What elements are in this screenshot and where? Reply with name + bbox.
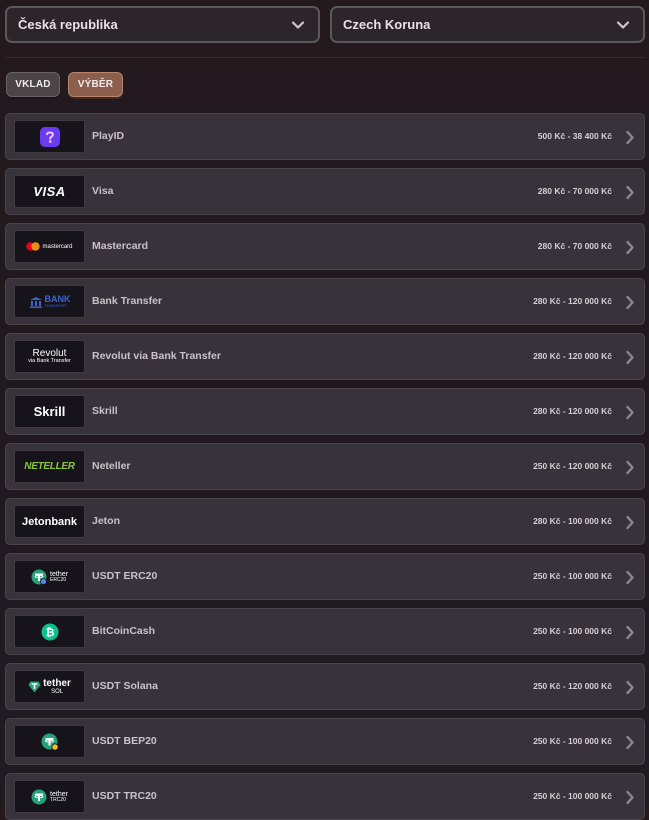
chevron-right-icon xyxy=(626,625,634,640)
neteller-logo: NETELLER xyxy=(14,450,85,483)
bank-transfer-logo: BANK TRANSFER xyxy=(14,285,85,318)
method-range: 280 Kč - 120 000 Kč xyxy=(533,296,612,306)
method-range: 250 Kč - 120 000 Kč xyxy=(533,681,612,691)
method-range: 280 Kč - 100 000 Kč xyxy=(533,516,612,526)
selectors-bar: Česká republika Czech Koruna xyxy=(5,6,645,43)
payment-method-bank-transfer[interactable]: BANK TRANSFER Bank Transfer 280 Kč - 120… xyxy=(5,278,645,325)
method-range: 250 Kč - 120 000 Kč xyxy=(533,461,612,471)
chevron-right-icon xyxy=(626,570,634,585)
method-range: 250 Kč - 100 000 Kč xyxy=(533,791,612,801)
visa-logo: VISA xyxy=(14,175,85,208)
method-name: Skrill xyxy=(92,405,118,417)
chevron-down-icon xyxy=(291,21,305,29)
tether-trc20-logo: tether TRC20 xyxy=(14,780,85,813)
chevron-right-icon xyxy=(626,680,634,695)
currency-select-value: Czech Koruna xyxy=(343,17,431,32)
method-name: Neteller xyxy=(92,460,131,472)
method-range: 500 Kč - 38 400 Kč xyxy=(537,131,612,141)
country-select[interactable]: Česká republika xyxy=(5,6,320,43)
method-name: USDT ERC20 xyxy=(92,570,158,582)
playid-icon xyxy=(14,120,85,153)
payment-method-neteller[interactable]: NETELLER Neteller 250 Kč - 120 000 Kč xyxy=(5,443,645,490)
currency-select[interactable]: Czech Koruna xyxy=(330,6,645,43)
method-name: Jeton xyxy=(92,515,121,527)
tether-erc20-logo: tether ERC20 xyxy=(14,560,85,593)
payment-method-bitcoincash[interactable]: ₿ BitCoinCash 250 Kč - 100 000 Kč xyxy=(5,608,645,655)
method-name: Revolut via Bank Transfer xyxy=(92,350,221,362)
chevron-right-icon xyxy=(626,350,634,365)
payment-method-mastercard[interactable]: mastercard Mastercard 280 Kč - 70 000 Kč xyxy=(5,223,645,270)
payment-method-playid[interactable]: PlayID 500 Kč - 38 400 Kč xyxy=(5,113,645,160)
method-name: Bank Transfer xyxy=(92,295,163,307)
method-range: 280 Kč - 120 000 Kč xyxy=(533,406,612,416)
payment-method-usdt-erc20[interactable]: tether ERC20 USDT ERC20 250 Kč - 100 000… xyxy=(5,553,645,600)
chevron-right-icon xyxy=(626,405,634,420)
method-range: 280 Kč - 70 000 Kč xyxy=(537,241,612,251)
payment-method-skrill[interactable]: Skrill Skrill 280 Kč - 120 000 Kč xyxy=(5,388,645,435)
payment-method-revolut[interactable]: Revolut via Bank Transfer Revolut via Ba… xyxy=(5,333,645,380)
method-name: USDT TRC20 xyxy=(92,790,157,802)
payment-method-usdt-trc20[interactable]: tether TRC20 USDT TRC20 250 Kč - 100 000… xyxy=(5,773,645,820)
chevron-right-icon xyxy=(626,515,634,530)
method-name: Mastercard xyxy=(92,240,149,252)
method-range: 280 Kč - 70 000 Kč xyxy=(537,186,612,196)
payment-method-usdt-solana[interactable]: tether SOL USDT Solana 250 Kč - 120 000 … xyxy=(5,663,645,710)
tether-bep20-icon xyxy=(14,725,85,758)
tab-deposit[interactable]: VKLAD xyxy=(6,72,60,97)
method-name: PlayID xyxy=(92,130,125,142)
mastercard-logo: mastercard xyxy=(14,230,85,263)
method-name: USDT BEP20 xyxy=(92,735,157,747)
payment-method-usdt-bep20[interactable]: USDT BEP20 250 Kč - 100 000 Kč xyxy=(5,718,645,765)
bitcoin-cash-icon: ₿ xyxy=(14,615,85,648)
chevron-right-icon xyxy=(626,185,634,200)
chevron-right-icon xyxy=(626,130,634,145)
method-range: 250 Kč - 100 000 Kč xyxy=(533,571,612,581)
skrill-logo: Skrill xyxy=(14,395,85,428)
jetonbank-logo: Jetonbank xyxy=(14,505,85,538)
revolut-logo: Revolut via Bank Transfer xyxy=(14,340,85,373)
country-select-value: Česká republika xyxy=(18,17,118,32)
method-name: USDT Solana xyxy=(92,680,158,692)
method-range: 250 Kč - 100 000 Kč xyxy=(533,736,612,746)
method-range: 250 Kč - 100 000 Kč xyxy=(533,626,612,636)
method-range: 280 Kč - 120 000 Kč xyxy=(533,351,612,361)
chevron-right-icon xyxy=(626,735,634,750)
payment-method-visa[interactable]: VISA Visa 280 Kč - 70 000 Kč xyxy=(5,168,645,215)
divider xyxy=(5,57,645,58)
chevron-right-icon xyxy=(626,240,634,255)
payment-method-jeton[interactable]: Jetonbank Jeton 280 Kč - 100 000 Kč xyxy=(5,498,645,545)
chevron-down-icon xyxy=(616,21,630,29)
method-name: BitCoinCash xyxy=(92,625,155,637)
tab-withdraw[interactable]: VÝBĚR xyxy=(68,72,123,97)
method-name: Visa xyxy=(92,185,114,197)
svg-text:₿: ₿ xyxy=(45,626,54,638)
chevron-right-icon xyxy=(626,295,634,310)
chevron-right-icon xyxy=(626,460,634,475)
tether-sol-logo: tether SOL xyxy=(14,670,85,703)
